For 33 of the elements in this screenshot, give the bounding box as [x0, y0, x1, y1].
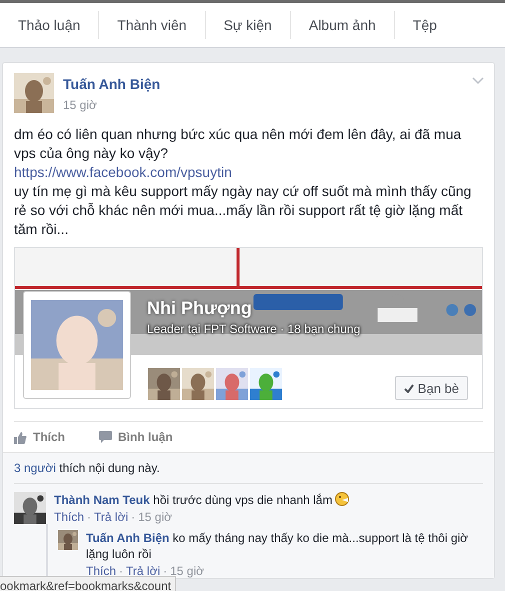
separator: · — [87, 510, 92, 524]
comment-text: Thành Nam Teuk hồi trước dùng vps die nhanh lắm — [54, 492, 350, 508]
commenter-name[interactable]: Tuấn Anh Biện — [86, 531, 170, 545]
post-text: dm éo có liên quan nhưng bức xúc qua nên mới đem lên đây, ai đã mua vps của ông này ko vậy? — [14, 125, 462, 163]
tab[interactable]: Tệp — [394, 11, 455, 39]
post-link[interactable]: https://www.facebook.com/vpsuytin — [14, 163, 483, 182]
like-link[interactable]: Thích — [54, 510, 84, 524]
tab[interactable]: Album ảnh — [290, 11, 395, 39]
comment-text: Tuấn Anh Biện ko mấy tháng nay thấy ko die mà...support là tệ thôi giờ lặng luôn rồi — [86, 530, 470, 562]
comment-button[interactable]: Bình luận — [99, 430, 173, 444]
friends-button[interactable]: Bạn bè — [394, 376, 468, 400]
commenter-name[interactable]: Thành Nam Teuk — [54, 493, 150, 507]
comment-time: 15 giờ — [170, 564, 204, 578]
tab[interactable]: Thảo luận — [0, 11, 100, 39]
check-icon — [404, 384, 414, 392]
status-bar-url: ookmark&ref=bookmarks&count — [0, 576, 176, 591]
separator: · — [131, 510, 136, 524]
like-link[interactable]: Thích — [86, 564, 116, 578]
reply-link[interactable]: Trả lời — [126, 564, 160, 578]
speech-bubble-icon — [99, 431, 112, 443]
separator: · — [119, 564, 124, 578]
reply-link[interactable]: Trả lời — [94, 510, 128, 524]
chevron-down-icon[interactable] — [472, 77, 484, 85]
likes-summary: 3 người thích nội dung này. — [14, 461, 483, 484]
comment-time: 15 giờ — [138, 510, 172, 524]
author-name[interactable]: Tuấn Anh Biện — [63, 76, 160, 92]
tab[interactable]: Sự kiện — [206, 11, 291, 39]
likers-link[interactable]: 3 người — [14, 461, 56, 475]
tab[interactable]: Thành viên — [99, 11, 206, 39]
separator: · — [163, 564, 168, 578]
thumbs-up-icon — [14, 430, 27, 444]
like-button[interactable]: Thích — [14, 430, 65, 444]
post-text: uy tín mẹ gì mà kêu support mấy ngày nay cứ off suốt mà mình thấy cũng rẻ so với chỗ khác nên mới mua...mấy lần rồi support rất tệ giờ lặng mất tăm rồi... — [14, 182, 472, 239]
